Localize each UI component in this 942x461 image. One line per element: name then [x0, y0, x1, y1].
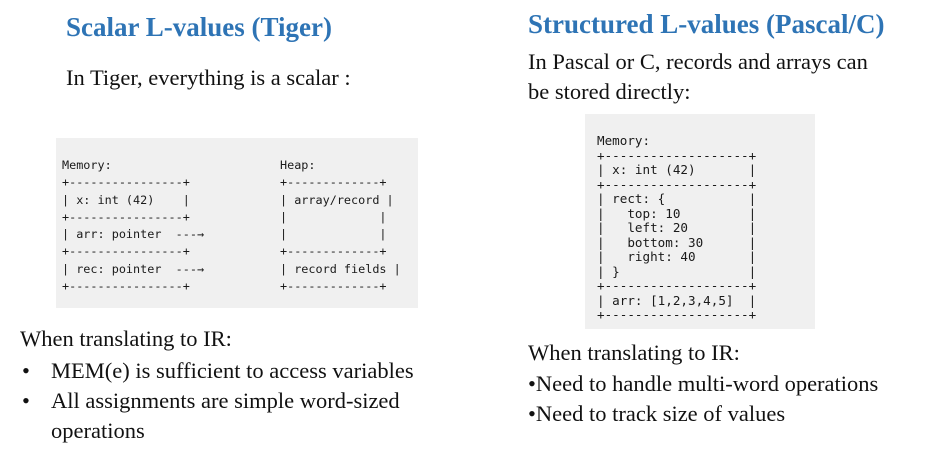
left-intro: In Tiger, everything is a scalar : [66, 65, 351, 90]
bullet-text: MEM(e) is sufficient to access variables [51, 358, 414, 383]
right-title: Structured L-values (Pascal/C) [528, 9, 885, 39]
left-ir-heading: When translating to IR: [20, 326, 232, 351]
right-intro-line1: In Pascal or C, records and arrays can [528, 49, 868, 74]
tiger-memory-diagram-box: Memory: +----------------+ | x: int (42)… [56, 138, 418, 308]
list-item: • MEM(e) is sufficient to access variabl… [20, 356, 414, 386]
list-item: • All assignments are simple word-sized [20, 386, 414, 416]
tiger-memory-diagram: Memory: +----------------+ | x: int (42)… [62, 158, 205, 294]
left-title: Scalar L-values (Tiger) [66, 12, 332, 42]
right-point-list: •Need to handle multi-word operations •N… [528, 369, 878, 429]
list-item: •Need to handle multi-word operations [528, 371, 879, 396]
tiger-heap-diagram: Heap: +-------------+ | array/record | |… [280, 158, 401, 294]
bullet-text: operations [51, 418, 145, 443]
left-bullet-list: • MEM(e) is sufficient to access variabl… [20, 356, 414, 446]
bullet-text: All assignments are simple word-sized [51, 388, 400, 413]
list-item: •Need to track size of values [528, 401, 786, 426]
right-intro-line2: be stored directly: [528, 79, 691, 104]
list-item-continuation: operations [20, 416, 414, 446]
pascal-memory-diagram-box: Memory: +-------------------+ | x: int (… [585, 114, 815, 329]
bullet-glyph: • [22, 358, 30, 383]
pascal-memory-diagram: Memory: +-------------------+ | x: int (… [597, 133, 757, 322]
right-ir-heading: When translating to IR: [528, 340, 740, 365]
bullet-glyph: • [22, 388, 30, 413]
